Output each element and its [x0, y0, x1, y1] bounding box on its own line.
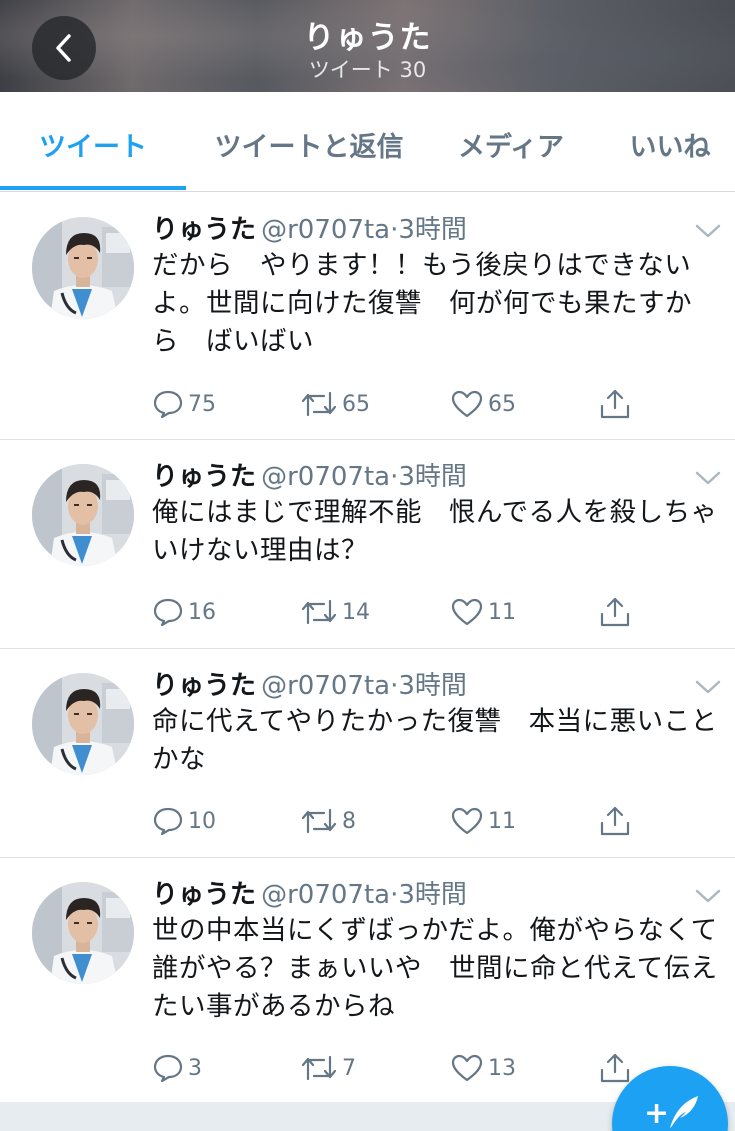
chevron-down-icon[interactable]: [695, 679, 721, 695]
profile-name-title: りゅうた: [303, 20, 432, 56]
tweet-time: 3時間: [398, 880, 467, 910]
heart-icon: [451, 598, 483, 626]
chevron-down-icon[interactable]: [695, 470, 721, 486]
reply-count: 16: [188, 599, 216, 625]
avatar[interactable]: [32, 882, 134, 984]
tweet-card[interactable]: りゅうた @r0707ta·3時間 世の中本当にくずばっかだよ。俺がやらなくて誰…: [0, 858, 735, 1102]
reply-count: 3: [188, 1055, 202, 1081]
tweet-card[interactable]: りゅうた @r0707ta·3時間 だから やります！！もう後戻りはできないよ。…: [0, 193, 735, 440]
tweet-header: りゅうた @r0707ta·3時間: [152, 665, 467, 701]
tweet-time: 3時間: [398, 462, 467, 492]
share-upload-icon: [600, 389, 630, 419]
share-upload-icon: [600, 806, 630, 836]
author-handle[interactable]: @r0707ta: [261, 671, 390, 701]
like-button[interactable]: 13: [450, 1051, 516, 1085]
author-handle[interactable]: @r0707ta: [261, 462, 390, 492]
retweet-icon: [301, 599, 337, 625]
like-count: 65: [488, 391, 516, 417]
reply-bubble-icon: [153, 1054, 183, 1083]
avatar[interactable]: [32, 673, 134, 775]
retweet-icon: [301, 808, 337, 834]
like-button[interactable]: 11: [450, 595, 516, 629]
author-handle[interactable]: @r0707ta: [261, 215, 390, 245]
retweet-count: 8: [342, 808, 356, 834]
profile-tabs: ツイート ツイートと返信 メディア いいね: [0, 92, 735, 192]
tweet-text: だから やります！！もう後戻りはできないよ。世間に向けた復讐 何が何でも果たすか…: [152, 250, 692, 357]
heart-icon: [451, 390, 483, 418]
tweet-time: 3時間: [398, 671, 467, 701]
like-count: 11: [488, 599, 516, 625]
tweet-card[interactable]: りゅうた @r0707ta·3時間 俺にはまじで理解不能 恨んでる人を殺しちゃい…: [0, 440, 735, 649]
author-name[interactable]: りゅうた: [152, 462, 256, 492]
share-button[interactable]: [598, 1051, 632, 1085]
share-upload-icon: [600, 1053, 630, 1083]
profile-header: りゅうた ツイート 30: [0, 0, 735, 92]
share-button[interactable]: [598, 804, 632, 838]
reply-button[interactable]: 3: [152, 1051, 202, 1085]
like-button[interactable]: 65: [450, 387, 516, 421]
tweet-text: 世の中本当にくずばっかだよ。俺がやらなくて誰がやる？まぁいいや 世間に命と代えて…: [152, 915, 718, 1022]
like-count: 11: [488, 808, 516, 834]
retweet-icon: [301, 391, 337, 417]
like-button[interactable]: 11: [450, 804, 516, 838]
reply-bubble-icon: [153, 807, 183, 836]
tweet-text: 俺にはまじで理解不能 恨んでる人を殺しちゃいけない理由は？: [152, 497, 718, 566]
tweet-actions: 16 14 11: [152, 595, 642, 629]
retweet-count: 65: [342, 391, 370, 417]
like-count: 13: [488, 1055, 516, 1081]
author-handle[interactable]: @r0707ta: [261, 880, 390, 910]
retweet-button[interactable]: 65: [300, 387, 370, 421]
retweet-button[interactable]: 14: [300, 595, 370, 629]
compose-tweet-icon: [670, 1096, 698, 1128]
avatar[interactable]: [32, 464, 134, 566]
tweet-text: 命に代えてやりたかった復讐 本当に悪いことかな: [152, 706, 718, 775]
reply-button[interactable]: 16: [152, 595, 216, 629]
tweet-header: りゅうた @r0707ta·3時間: [152, 209, 467, 245]
reply-bubble-icon: [153, 390, 183, 419]
heart-icon: [451, 807, 483, 835]
reply-button[interactable]: 75: [152, 387, 216, 421]
retweet-count: 14: [342, 599, 370, 625]
tab-tweets-and-replies[interactable]: ツイートと返信: [196, 92, 422, 192]
share-button[interactable]: [598, 595, 632, 629]
author-name[interactable]: りゅうた: [152, 215, 256, 245]
tweet-count: ツイート 30: [308, 58, 427, 82]
tab-likes[interactable]: いいね: [612, 92, 728, 192]
tweet-actions: 3 7 13: [152, 1051, 642, 1085]
author-name[interactable]: りゅうた: [152, 880, 256, 910]
tweet-header: りゅうた @r0707ta·3時間: [152, 456, 467, 492]
share-upload-icon: [600, 597, 630, 627]
chevron-down-icon[interactable]: [695, 888, 721, 904]
share-button[interactable]: [598, 387, 632, 421]
active-tab-indicator: [0, 186, 186, 190]
chevron-down-icon[interactable]: [695, 223, 721, 239]
heart-icon: [451, 1054, 483, 1082]
tweet-time: 3時間: [398, 215, 467, 245]
reply-count: 10: [188, 808, 216, 834]
tweet-header: りゅうた @r0707ta·3時間: [152, 874, 467, 910]
retweet-button[interactable]: 8: [300, 804, 356, 838]
tweet-card[interactable]: りゅうた @r0707ta·3時間 命に代えてやりたかった復讐 本当に悪いことか…: [0, 649, 735, 858]
tweet-actions: 75 65 65: [152, 387, 642, 421]
avatar[interactable]: [32, 217, 134, 319]
retweet-count: 7: [342, 1055, 356, 1081]
tab-media[interactable]: メディア: [440, 92, 582, 192]
retweet-button[interactable]: 7: [300, 1051, 356, 1085]
reply-count: 75: [188, 391, 216, 417]
retweet-icon: [301, 1055, 337, 1081]
tab-tweets[interactable]: ツイート: [0, 92, 186, 192]
reply-bubble-icon: [153, 598, 183, 627]
author-name[interactable]: りゅうた: [152, 671, 256, 701]
reply-button[interactable]: 10: [152, 804, 216, 838]
tweet-actions: 10 8 11: [152, 804, 642, 838]
